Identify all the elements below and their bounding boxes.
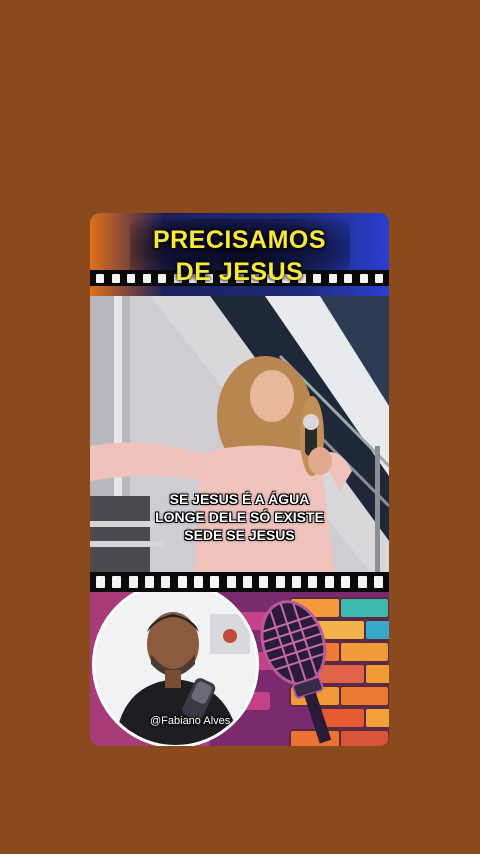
video-card[interactable]: PRECISAMOS DE JESUS SE JESUS É A ÁGUA LO… bbox=[90, 213, 389, 746]
video-frame[interactable]: SE JESUS É A ÁGUA LONGE DELE SÓ EXISTE S… bbox=[90, 296, 389, 572]
caption-line-1: SE JESUS É A ÁGUA bbox=[169, 491, 310, 507]
title-banner: PRECISAMOS DE JESUS bbox=[90, 213, 389, 297]
microphone-icon bbox=[260, 600, 332, 744]
title-line-1: PRECISAMOS bbox=[152, 226, 327, 254]
caption-line-2: LONGE DELE SÓ EXISTE bbox=[155, 509, 324, 525]
creator-section: @Fabiano Alves bbox=[90, 592, 389, 746]
caption-line-3: SEDE SE JESUS bbox=[184, 527, 295, 543]
title-line-2: DE JESUS bbox=[175, 258, 304, 286]
video-caption: SE JESUS É A ÁGUA LONGE DELE SÓ EXISTE S… bbox=[90, 490, 389, 544]
film-strip-icon bbox=[90, 572, 389, 592]
creator-handle: @Fabiano Alves bbox=[150, 715, 231, 727]
